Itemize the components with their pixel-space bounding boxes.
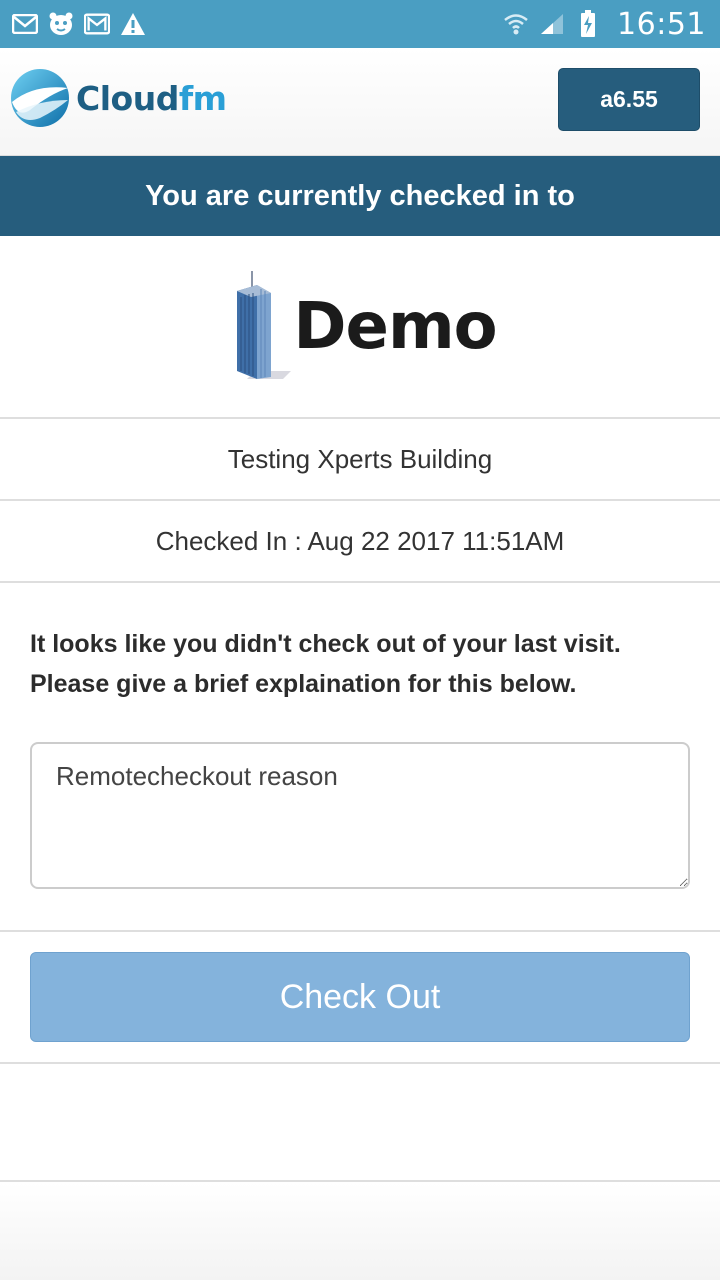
missed-checkout-message: It looks like you didn't check out of yo… <box>30 624 690 704</box>
building-icon <box>237 270 292 379</box>
warning-icon <box>120 11 146 37</box>
site-logo-text: Demo <box>293 289 497 364</box>
cloudfm-logo-icon <box>11 69 69 127</box>
checkout-reason-input[interactable]: Remotecheckout reason <box>30 742 690 889</box>
mail-icon <box>12 11 38 37</box>
check-out-button[interactable]: Check Out <box>30 952 690 1042</box>
status-bar: 16:51 <box>0 0 720 48</box>
checked-in-banner: You are currently checked in to <box>0 156 720 236</box>
clock: 16:51 <box>617 6 706 42</box>
app-header: Cloudfm a6.55 <box>0 48 720 156</box>
divider <box>0 930 720 932</box>
notification-icons <box>12 11 146 37</box>
footer-area <box>0 1182 720 1280</box>
message-line-1: It looks like you didn't check out of yo… <box>30 630 621 658</box>
site-logo: Demo <box>227 267 498 387</box>
cloudfm-logo-text: Cloudfm <box>76 79 227 118</box>
building-name: Testing Xperts Building <box>0 419 720 501</box>
version-button[interactable]: a6.55 <box>558 68 700 131</box>
site-logo-area: Demo <box>0 236 720 419</box>
tiger-face-icon <box>48 11 74 37</box>
message-line-2: Please give a brief explaination for thi… <box>30 670 577 698</box>
logo-text-accent: fm <box>178 78 227 118</box>
wifi-icon <box>503 11 529 37</box>
gmail-icon <box>84 11 110 37</box>
signal-icon <box>539 11 565 37</box>
divider <box>0 1062 720 1064</box>
system-status: 16:51 <box>503 7 706 42</box>
checked-in-time: Checked In : Aug 22 2017 11:51AM <box>0 501 720 583</box>
logo-text-main: Cloud <box>76 78 179 118</box>
cloudfm-logo: Cloudfm <box>10 66 227 130</box>
battery-charging-icon <box>575 10 601 37</box>
